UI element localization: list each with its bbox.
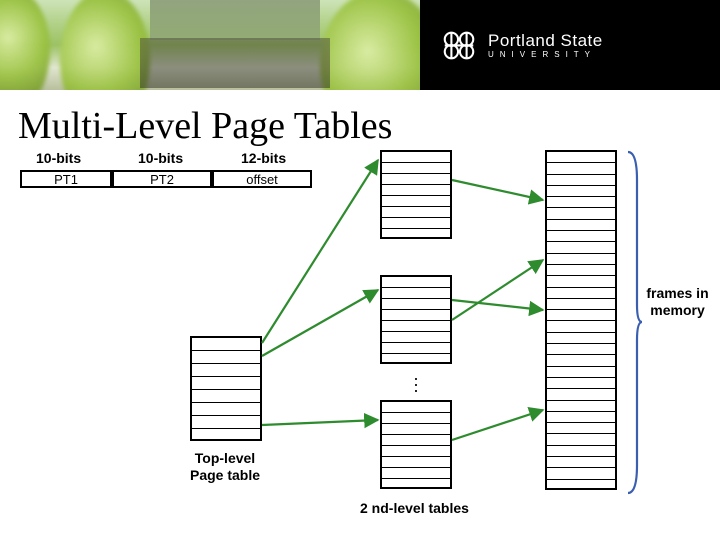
psu-logo: Portland State UNIVERSITY	[440, 26, 603, 64]
brace-icon	[625, 150, 643, 495]
top-level-table	[190, 336, 262, 441]
addr-cell-offset: offset	[212, 170, 312, 188]
frames-label: frames in memory	[640, 285, 715, 319]
second-level-table-1	[380, 275, 452, 364]
ellipsis-icon: ···	[413, 375, 419, 393]
addr-name-0: PT1	[54, 172, 78, 187]
addr-bits-2: 12-bits	[241, 150, 286, 166]
addr-bits-1: 10-bits	[138, 150, 183, 166]
institution-subtitle: UNIVERSITY	[488, 51, 603, 59]
second-level-table-0	[380, 150, 452, 239]
second-level-table-2	[380, 400, 452, 489]
addr-name-2: offset	[246, 172, 278, 187]
addr-cell-pt2: PT2	[112, 170, 212, 188]
psu-logo-icon	[440, 26, 478, 64]
banner-logo-area: Portland State UNIVERSITY	[420, 0, 720, 90]
page-title: Multi-Level Page Tables	[18, 104, 392, 148]
addr-cell-pt1: PT1	[20, 170, 112, 188]
second-level-label: 2 nd-level tables	[360, 500, 469, 516]
banner-photo	[0, 0, 420, 90]
addr-bits-0: 10-bits	[36, 150, 81, 166]
top-level-label: Top-level Page table	[170, 450, 280, 484]
memory-frames	[545, 150, 617, 490]
addr-name-1: PT2	[150, 172, 174, 187]
banner: Portland State UNIVERSITY	[0, 0, 720, 90]
institution-name: Portland State	[488, 32, 603, 49]
